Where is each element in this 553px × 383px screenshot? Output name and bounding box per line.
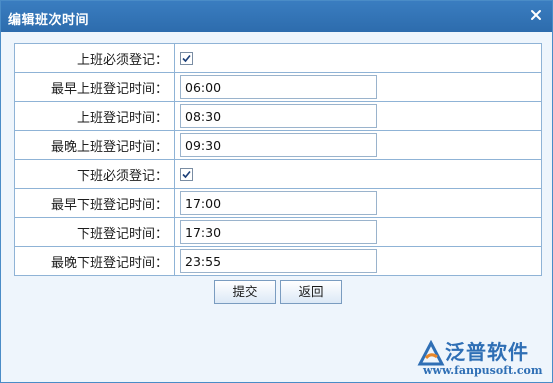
dialog-titlebar[interactable]: 编辑班次时间: [1, 1, 552, 32]
row-clockin-time: 上班登记时间：: [14, 101, 542, 131]
button-bar: 提交 返回: [2, 280, 551, 306]
brand-name: 泛普软件: [445, 340, 529, 364]
earliest-clockout-label: 最早下班登记时间：: [14, 188, 175, 218]
latest-clockout-label: 最晚下班登记时间：: [14, 246, 175, 276]
dialog-body: 上班必须登记： 最早上班登记时间： 上班登记时间： 最晚上班登记时间：: [2, 32, 551, 382]
clockout-required-label: 下班必须登记：: [14, 159, 175, 189]
latest-clockin-label: 最晚上班登记时间：: [14, 130, 175, 160]
row-latest-clockout: 最晚下班登记时间：: [14, 246, 542, 276]
clockout-time-input[interactable]: [180, 220, 377, 244]
dialog-window: 编辑班次时间 上班必须登记： 最早上班登记时间： 上班: [0, 0, 553, 383]
clockin-time-label: 上班登记时间：: [14, 101, 175, 131]
row-clockout-time: 下班登记时间：: [14, 217, 542, 247]
row-latest-clockin: 最晚上班登记时间：: [14, 130, 542, 160]
latest-clockout-input[interactable]: [180, 249, 377, 273]
earliest-clockout-input[interactable]: [180, 191, 377, 215]
row-clockin-required: 上班必须登记：: [14, 43, 542, 73]
earliest-clockin-label: 最早上班登记时间：: [14, 72, 175, 102]
back-button[interactable]: 返回: [280, 280, 342, 304]
clockin-required-label: 上班必须登记：: [14, 43, 175, 73]
latest-clockin-input[interactable]: [180, 133, 377, 157]
shift-time-form: 上班必须登记： 最早上班登记时间： 上班登记时间： 最晚上班登记时间：: [14, 43, 542, 276]
clockout-time-label: 下班登记时间：: [14, 217, 175, 247]
dialog-title: 编辑班次时间: [8, 13, 90, 28]
row-earliest-clockout: 最早下班登记时间：: [14, 188, 542, 218]
close-icon[interactable]: [528, 7, 544, 23]
brand-url: www.fanpusoft.com: [423, 364, 543, 377]
earliest-clockin-input[interactable]: [180, 75, 377, 99]
clockin-time-input[interactable]: [180, 104, 377, 128]
clockin-required-checkbox[interactable]: [180, 52, 193, 66]
brand-watermark: 泛普软件 www.fanpusoft.com: [417, 334, 547, 378]
row-earliest-clockin: 最早上班登记时间：: [14, 72, 542, 102]
clockout-required-checkbox[interactable]: [180, 168, 193, 182]
row-clockout-required: 下班必须登记：: [14, 159, 542, 189]
submit-button[interactable]: 提交: [214, 280, 276, 304]
